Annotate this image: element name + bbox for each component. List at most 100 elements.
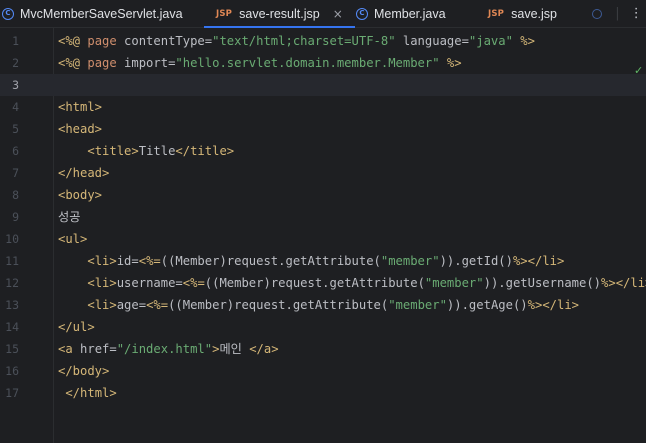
tab-save-result-jsp[interactable]: JSP save-result.jsp × bbox=[204, 0, 355, 28]
code-token: id= bbox=[116, 254, 139, 268]
code-token: %> bbox=[601, 276, 616, 290]
code-text: </html> bbox=[58, 382, 116, 404]
code-token: <head> bbox=[58, 122, 103, 136]
tab-actions: | ⋮ bbox=[612, 0, 646, 27]
line-number: 6 bbox=[12, 144, 19, 158]
code-line[interactable]: 13 <li>age=<%=((Member)request.getAttrib… bbox=[0, 294, 646, 316]
line-number: 10 bbox=[5, 232, 19, 246]
close-icon[interactable]: × bbox=[333, 7, 343, 21]
code-text: <%@ page import="hello.servlet.domain.me… bbox=[58, 52, 462, 74]
code-token: contentType= bbox=[124, 34, 213, 48]
code-area[interactable]: 1 <%@ page contentType="text/html;charset… bbox=[0, 28, 646, 443]
code-token: %> bbox=[439, 56, 462, 70]
line-number: 4 bbox=[12, 100, 19, 114]
code-token: </a> bbox=[249, 342, 279, 356]
code-token: </li> bbox=[542, 298, 580, 312]
code-text: </ul> bbox=[58, 316, 95, 338]
code-token: "java" bbox=[468, 34, 513, 48]
code-token: "member" bbox=[424, 276, 484, 290]
line-number: 17 bbox=[5, 386, 19, 400]
code-token: )).getId() bbox=[439, 254, 513, 268]
code-text: </head> bbox=[58, 162, 109, 184]
code-token: </title> bbox=[175, 144, 235, 158]
line-number: 1 bbox=[12, 34, 19, 48]
code-token: page bbox=[87, 34, 125, 48]
code-line[interactable]: 15 <a href="/index.html">메인 </a> bbox=[0, 338, 646, 360]
code-line[interactable]: 4 <html> bbox=[0, 96, 646, 118]
code-token: <a bbox=[58, 342, 81, 356]
code-line[interactable]: 5 <head> bbox=[0, 118, 646, 140]
code-text: <li>age=<%=((Member)request.getAttribute… bbox=[58, 294, 579, 316]
line-number: 12 bbox=[5, 276, 19, 290]
code-token: <%= bbox=[138, 254, 161, 268]
code-token: %> bbox=[512, 254, 528, 268]
tab-label: Member.java bbox=[374, 6, 446, 21]
java-class-icon: C bbox=[356, 7, 368, 20]
tab-label: MvcMemberSaveServlet.java bbox=[20, 6, 183, 21]
code-token: username= bbox=[116, 276, 183, 290]
code-line[interactable]: 2 <%@ page import="hello.servlet.domain.m… bbox=[0, 52, 646, 74]
java-class-icon bbox=[592, 8, 602, 19]
code-token: </head> bbox=[58, 166, 110, 180]
code-token: <%@ bbox=[58, 56, 88, 70]
code-token: ((Member)request.getAttribute( bbox=[160, 254, 381, 268]
line-number: 7 bbox=[12, 166, 19, 180]
code-line[interactable]: 6 <title>Title</title> bbox=[0, 140, 646, 162]
code-token: <%@ bbox=[58, 34, 88, 48]
code-token: 메인 bbox=[219, 342, 250, 356]
code-token: 성공 bbox=[58, 210, 81, 224]
code-line[interactable]: 3 bbox=[0, 74, 646, 96]
code-token: "hello.servlet.domain.member.Member" bbox=[175, 56, 440, 70]
code-text: <head> bbox=[58, 118, 102, 140]
line-number: 13 bbox=[5, 298, 19, 312]
tab-save-jsp[interactable]: JSP save.jsp bbox=[488, 0, 557, 27]
code-token: )).getAge() bbox=[446, 298, 528, 312]
tab-mvc-member-save-servlet[interactable]: C MvcMemberSaveServlet.java bbox=[2, 0, 183, 27]
code-line[interactable]: 16 </body> bbox=[0, 360, 646, 382]
code-token: "text/html;charset=UTF-8" bbox=[212, 34, 396, 48]
line-number: 5 bbox=[12, 122, 19, 136]
code-line[interactable]: 11 <li>id=<%=((Member)request.getAttribu… bbox=[0, 250, 646, 272]
code-line[interactable]: 14 </ul> bbox=[0, 316, 646, 338]
tab-label: save-result.jsp bbox=[239, 6, 320, 21]
code-token: <li> bbox=[87, 254, 117, 268]
tab-member-java[interactable]: C Member.java bbox=[356, 0, 446, 27]
code-text: <li>username=<%=((Member)request.getAttr… bbox=[58, 272, 646, 294]
code-line[interactable]: 12 <li>username=<%=((Member)request.getA… bbox=[0, 272, 646, 294]
code-token: <body> bbox=[58, 188, 103, 202]
code-line[interactable]: 1 <%@ page contentType="text/html;charset… bbox=[0, 30, 646, 52]
code-text: </body> bbox=[58, 360, 109, 382]
code-token: <html> bbox=[58, 100, 103, 114]
code-token: import= bbox=[124, 56, 176, 70]
line-number: 14 bbox=[5, 320, 19, 334]
divider: | bbox=[615, 6, 620, 21]
code-token: </ul> bbox=[58, 320, 95, 334]
jsp-file-icon: JSP bbox=[488, 8, 505, 19]
jsp-file-icon: JSP bbox=[216, 8, 233, 19]
editor-tab-bar: C MvcMemberSaveServlet.java JSP save-res… bbox=[0, 0, 646, 28]
code-line[interactable]: 10 <ul> bbox=[0, 228, 646, 250]
code-token: "member" bbox=[380, 254, 440, 268]
code-line[interactable]: 17 </html> bbox=[0, 382, 646, 404]
code-line[interactable]: 8 <body> bbox=[0, 184, 646, 206]
code-token: <li> bbox=[87, 298, 117, 312]
code-token: "/index.html" bbox=[116, 342, 213, 356]
code-token: %> bbox=[512, 34, 535, 48]
code-token: </li> bbox=[527, 254, 565, 268]
code-line[interactable]: 9 성공 bbox=[0, 206, 646, 228]
code-text: <ul> bbox=[58, 228, 87, 250]
more-options-icon[interactable]: ⋮ bbox=[630, 6, 643, 21]
inspection-ok-icon[interactable]: ✓ bbox=[634, 64, 643, 77]
tab-overflow-hint[interactable] bbox=[592, 0, 602, 27]
code-token: <%= bbox=[146, 298, 169, 312]
code-token: <title> bbox=[87, 144, 139, 158]
tab-label: save.jsp bbox=[511, 6, 557, 21]
line-number: 15 bbox=[5, 342, 19, 356]
code-token: )).getUsername() bbox=[483, 276, 602, 290]
code-line[interactable]: 7 </head> bbox=[0, 162, 646, 184]
code-token: href= bbox=[80, 342, 117, 356]
code-token: <ul> bbox=[58, 232, 88, 246]
code-token: age= bbox=[116, 298, 147, 312]
